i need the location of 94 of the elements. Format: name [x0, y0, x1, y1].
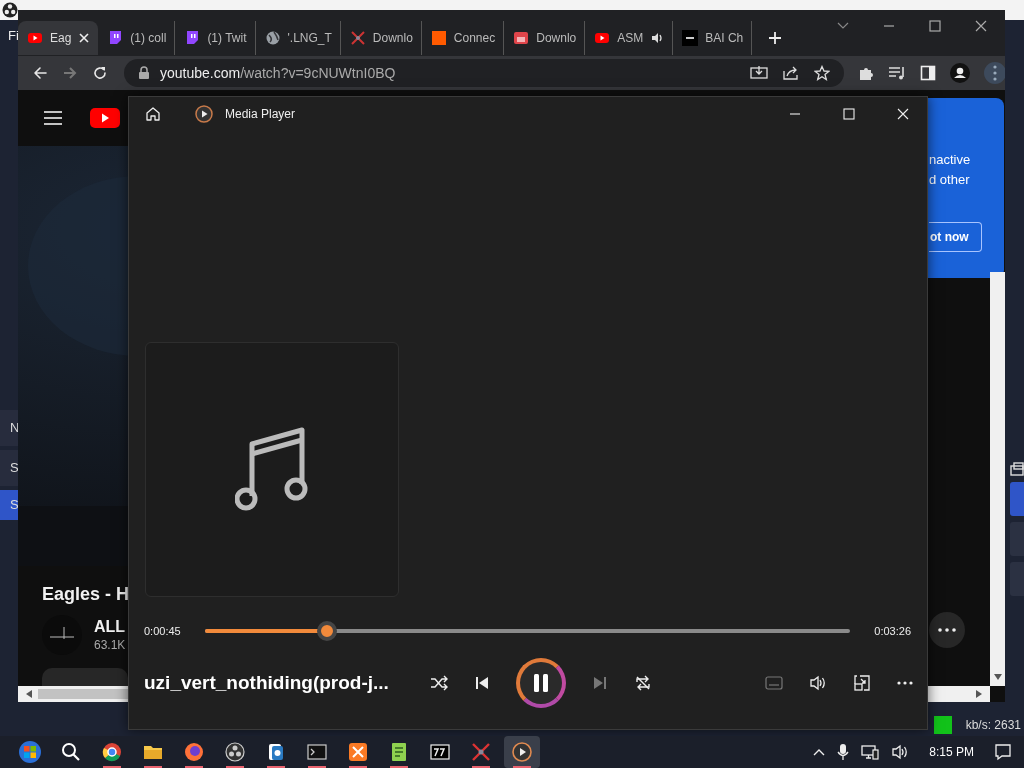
side-panel-icon[interactable] [920, 65, 936, 81]
install-icon[interactable] [750, 65, 768, 81]
previous-icon[interactable] [474, 675, 490, 691]
repeat-icon[interactable] [634, 674, 652, 692]
scroll-right-icon [976, 690, 982, 698]
pause-icon [532, 673, 550, 693]
microphone-icon[interactable] [837, 743, 850, 761]
dock-label: S [0, 450, 18, 486]
browser-tab[interactable]: (1) Twit [175, 21, 256, 55]
scroll-down-icon [993, 674, 1002, 680]
track-title: uzi_vert_nothiding(prod-j... [144, 672, 390, 694]
favicon-icon [513, 30, 530, 46]
total-time: 0:03:26 [874, 625, 911, 637]
address-bar[interactable]: youtube.com/watch?v=9cNUWtnI0BQ [124, 59, 844, 87]
lock-icon [138, 66, 150, 80]
browser-tab[interactable]: Downlo [340, 21, 422, 55]
reload-icon[interactable] [92, 65, 108, 81]
share-icon[interactable] [782, 65, 800, 81]
favicon-icon [264, 30, 281, 46]
tab-title: ASM [617, 31, 644, 45]
dismiss-button[interactable]: ot now [929, 222, 982, 252]
chevron-down-icon[interactable] [837, 22, 849, 30]
url-text: youtube.com/watch?v=9cNUWtnI0BQ [160, 65, 396, 81]
popup-text: nactive [929, 151, 971, 169]
horizontal-scrollbar[interactable] [18, 686, 128, 702]
close-icon[interactable] [975, 20, 987, 32]
captions-icon[interactable] [765, 676, 783, 690]
subscriber-count: 63.1K [94, 638, 126, 652]
more-icon[interactable] [897, 681, 913, 685]
browser-tab[interactable]: BAI Ch [673, 21, 753, 55]
menu-icon[interactable] [44, 111, 62, 125]
favicon-icon [594, 30, 611, 46]
mini-player-icon[interactable] [853, 674, 871, 692]
vertical-scrollbar[interactable] [990, 272, 1005, 686]
shuffle-icon[interactable] [430, 675, 448, 691]
scroll-left-icon [26, 690, 32, 698]
player-icon[interactable] [504, 736, 540, 768]
tab-title: '.LNG_T [287, 31, 332, 45]
tab-title: (1) Twit [207, 31, 247, 45]
volume-icon[interactable] [809, 675, 827, 691]
notification-icon[interactable] [994, 743, 1012, 761]
dock-label: N [0, 410, 18, 446]
tab-title: (1) coll [130, 31, 167, 45]
tab-title: Connec [453, 31, 496, 45]
back-icon[interactable] [32, 65, 48, 81]
bitrate-text: kb/s: 2631 [965, 718, 1021, 732]
new-tab-icon[interactable] [768, 31, 783, 45]
menu-item[interactable]: Fi [8, 28, 19, 43]
volume-icon[interactable] [891, 744, 910, 760]
window-icon [1010, 462, 1024, 476]
chevron-up-icon[interactable] [813, 748, 826, 756]
browser-tab[interactable]: Connec [421, 21, 505, 55]
favicon-icon [430, 30, 447, 46]
tab-title: Eag [50, 31, 72, 45]
scroll-thumb[interactable] [38, 689, 128, 699]
profile-icon[interactable] [950, 63, 970, 83]
more-vertical-icon[interactable] [984, 62, 1005, 84]
elapsed-time: 0:00:45 [144, 625, 181, 637]
playlist-icon[interactable] [888, 65, 906, 81]
home-icon[interactable] [145, 106, 161, 122]
favicon-icon [107, 30, 124, 46]
favicon-icon [27, 30, 43, 46]
seek-bar[interactable] [204, 621, 851, 641]
browser-tab[interactable]: '.LNG_T [255, 21, 341, 55]
tab-title: Downlo [536, 31, 577, 45]
seek-thumb[interactable] [317, 621, 338, 641]
browser-tab[interactable]: ASM [585, 21, 674, 55]
star-icon[interactable] [814, 65, 830, 81]
video-title: Eagles - H [42, 584, 131, 605]
next-icon[interactable] [592, 675, 608, 691]
more-button[interactable] [929, 612, 965, 648]
browser-tab[interactable]: Eag [18, 21, 99, 55]
dock-button[interactable]: S [0, 490, 18, 520]
status-indicator [933, 716, 952, 734]
favicon-icon [184, 30, 201, 46]
forward-icon[interactable] [62, 65, 78, 81]
pause-button[interactable] [516, 658, 566, 708]
tab-title: BAI Ch [705, 31, 744, 45]
action-button[interactable] [42, 668, 128, 688]
maximize-icon[interactable] [929, 20, 941, 32]
favicon-icon [349, 30, 366, 46]
scrollbar-track-end[interactable] [928, 686, 990, 702]
play-logo-icon [195, 105, 213, 123]
clock-time[interactable]: 8:15 PM [929, 745, 974, 759]
browser-tab[interactable]: Downlo [504, 21, 586, 55]
popup-text: d other [929, 171, 970, 189]
logo-icon[interactable] [90, 108, 120, 128]
window-title: Media Player [225, 107, 296, 121]
browser-tab[interactable]: (1) coll [98, 21, 176, 55]
favicon-icon [682, 30, 699, 46]
tab-title: Downlo [372, 31, 413, 45]
network-icon[interactable] [861, 744, 880, 760]
puzzle-icon[interactable] [858, 65, 874, 81]
channel-name[interactable]: ALL [94, 618, 126, 636]
